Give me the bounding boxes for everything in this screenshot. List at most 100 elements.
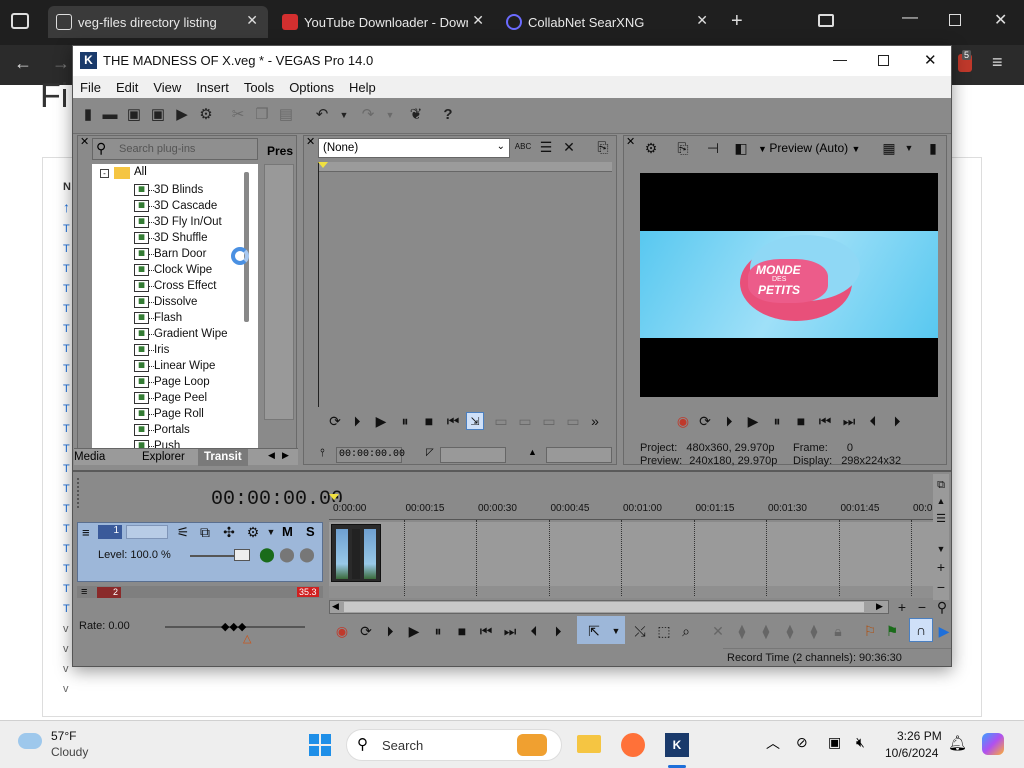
- preview-properties-icon[interactable]: ⚙: [642, 139, 660, 157]
- save-icon[interactable]: ▣: [125, 106, 143, 124]
- save-as-icon[interactable]: ▣: [149, 106, 167, 124]
- vegas-taskbar-icon[interactable]: K: [665, 733, 689, 757]
- track-2-lane[interactable]: [329, 586, 933, 598]
- track-bus-icon[interactable]: ⬤: [278, 545, 296, 563]
- go-to-end-icon[interactable]: ⏭: [840, 412, 858, 430]
- redo-dropdown-icon[interactable]: ▼: [381, 106, 399, 124]
- track-fx-chain-icon[interactable]: ⬤: [258, 545, 276, 563]
- selection-tool-icon[interactable]: ⬚: [655, 622, 673, 640]
- marker-flag-icon[interactable]: ⚐: [861, 622, 879, 640]
- track-menu-icon[interactable]: ≡: [82, 525, 90, 540]
- preview-quality-dropdown[interactable]: ▼ Preview (Auto) ▼: [758, 141, 860, 155]
- new-project-icon[interactable]: ▮: [79, 106, 97, 124]
- plugin-search[interactable]: ⚲ Search plug-ins: [92, 138, 258, 160]
- file-link[interactable]: v: [63, 643, 69, 655]
- transition-item[interactable]: ▦ 3D Blinds: [134, 182, 203, 198]
- start-icon[interactable]: [309, 734, 331, 756]
- media-dropdown[interactable]: (None) ⌄: [318, 138, 510, 158]
- list-icon[interactable]: ☰: [537, 138, 555, 156]
- scroll-up-icon[interactable]: ▲: [932, 492, 950, 510]
- file-link[interactable]: T: [63, 463, 70, 475]
- file-link[interactable]: T: [63, 303, 70, 315]
- transition-item[interactable]: ▦ Clock Wipe: [134, 262, 212, 278]
- record-icon[interactable]: ◉: [333, 622, 351, 640]
- menu-file[interactable]: File: [73, 80, 109, 95]
- redo-icon[interactable]: ↷: [359, 106, 377, 124]
- close-tab-icon[interactable]: ✕: [468, 12, 484, 29]
- transition-item[interactable]: ▦ 3D Cascade: [134, 198, 217, 214]
- file-link[interactable]: T: [63, 583, 70, 595]
- edit-tool-icon[interactable]: ⇱: [585, 622, 603, 640]
- copy-icon[interactable]: ❐: [253, 106, 271, 124]
- split-screen-icon[interactable]: ⊣: [704, 139, 722, 157]
- parent-dir-icon[interactable]: ↑: [63, 199, 70, 215]
- back-icon[interactable]: ←: [14, 53, 32, 74]
- menu-edit[interactable]: Edit: [109, 80, 146, 95]
- tray-chevron-icon[interactable]: ︿: [766, 733, 780, 753]
- menu-help[interactable]: Help: [342, 80, 384, 95]
- pause-icon[interactable]: ⏸: [768, 412, 786, 430]
- tab-scroll-left-icon[interactable]: ◀: [268, 450, 275, 461]
- transition-item[interactable]: ▦ Linear Wipe: [134, 358, 215, 374]
- undo-dropdown-icon[interactable]: ▼: [335, 106, 353, 124]
- transition-item[interactable]: ▦ Push: [134, 438, 180, 448]
- network-off-icon[interactable]: ⊘: [796, 734, 808, 751]
- transition-item[interactable]: ▦ Gradient Wipe: [134, 326, 228, 342]
- delete-icon[interactable]: ✕: [709, 622, 727, 640]
- file-link[interactable]: T: [63, 383, 70, 395]
- file-link[interactable]: T: [63, 543, 70, 555]
- restore-icon[interactable]: [949, 14, 961, 26]
- stop-icon[interactable]: ■: [453, 622, 471, 640]
- play-icon[interactable]: ▶: [744, 412, 762, 430]
- menu-tools[interactable]: Tools: [237, 80, 282, 95]
- solo-button[interactable]: S: [306, 524, 315, 539]
- track-settings-dropdown-icon[interactable]: ▼: [262, 523, 280, 541]
- go-to-start-icon[interactable]: ⏮: [444, 412, 462, 430]
- tab-scroll-right-icon[interactable]: ▶: [282, 450, 289, 461]
- menu-view[interactable]: View: [146, 80, 189, 95]
- undo-icon[interactable]: ↶: [313, 106, 331, 124]
- trim-end-icon[interactable]: ⧫: [781, 622, 799, 640]
- panel-close-icon[interactable]: ✕: [80, 135, 89, 148]
- file-link[interactable]: T: [63, 343, 70, 355]
- track-1-header[interactable]: ≡ 1 ⚟ ⧉ ✣ ⚙ ▼ M S Level: 100.0 % ⬤ ⬤ ⬤: [77, 522, 323, 582]
- forward-icon[interactable]: →: [52, 53, 70, 74]
- transition-item[interactable]: ▦ Page Peel: [134, 390, 207, 406]
- zoom-tool-icon[interactable]: ⌕: [677, 622, 695, 640]
- video-clip[interactable]: [331, 524, 381, 582]
- weather-temp[interactable]: 57°F: [51, 729, 76, 743]
- properties-icon[interactable]: ⚙: [197, 106, 215, 124]
- trim-start-icon[interactable]: ⧫: [757, 622, 775, 640]
- firefox-icon[interactable]: [621, 733, 645, 757]
- file-link[interactable]: T: [63, 523, 70, 535]
- file-link[interactable]: T: [63, 503, 70, 515]
- panel-close-icon[interactable]: ✕: [306, 135, 315, 148]
- compositing-icon[interactable]: ⚟: [174, 523, 192, 541]
- snapping-button[interactable]: ∩: [909, 618, 933, 642]
- transition-item[interactable]: ▦ 3D Shuffle: [134, 230, 208, 246]
- spell-icon[interactable]: ABC: [514, 138, 532, 156]
- replace-icon[interactable]: ▭: [540, 412, 558, 430]
- close-tab-icon[interactable]: ✕: [696, 12, 708, 29]
- panel-close-icon[interactable]: ✕: [626, 135, 635, 148]
- lock-icon[interactable]: 🔒︎: [829, 622, 847, 640]
- file-link[interactable]: T: [63, 563, 70, 575]
- transition-item[interactable]: ▦ Barn Door: [134, 246, 206, 262]
- horizontal-scrollbar[interactable]: ◀ ▶: [329, 600, 889, 614]
- file-link[interactable]: v: [63, 663, 69, 675]
- magnify-icon[interactable]: ⚲: [933, 598, 951, 616]
- file-link[interactable]: v: [63, 623, 69, 635]
- tab-veg-files[interactable]: veg-files directory listing ✕: [48, 6, 268, 38]
- menu-options[interactable]: Options: [282, 80, 342, 95]
- play-icon[interactable]: ▶: [372, 412, 390, 430]
- record-icon[interactable]: ◉: [674, 412, 692, 430]
- close-tab-icon[interactable]: ✕: [246, 12, 258, 29]
- loop-icon[interactable]: ⟳: [326, 412, 344, 430]
- track-settings-icon[interactable]: ⚙: [244, 523, 262, 541]
- mute-button[interactable]: M: [282, 524, 293, 539]
- prev-frame-icon[interactable]: ⏴: [525, 622, 543, 640]
- help-icon[interactable]: ?: [439, 106, 457, 124]
- file-link[interactable]: T: [63, 323, 70, 335]
- trim-icon[interactable]: ⧫: [733, 622, 751, 640]
- stop-icon[interactable]: ■: [420, 412, 438, 430]
